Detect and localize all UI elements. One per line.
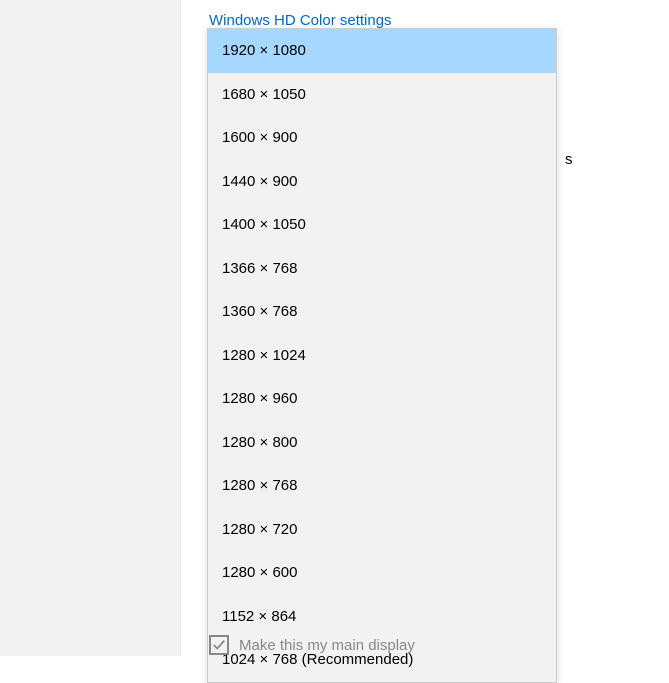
- hd-color-settings-link[interactable]: Windows HD Color settings: [209, 12, 392, 29]
- resolution-option[interactable]: 1280 × 600: [208, 551, 556, 595]
- resolution-option[interactable]: 1680 × 1050: [208, 73, 556, 117]
- resolution-option[interactable]: 1360 × 768: [208, 290, 556, 334]
- resolution-option[interactable]: 1280 × 960: [208, 377, 556, 421]
- resolution-option[interactable]: 1400 × 1050: [208, 203, 556, 247]
- checkmark-icon: [212, 638, 226, 652]
- resolution-option[interactable]: 1366 × 768: [208, 247, 556, 291]
- settings-sidebar: ns: [0, 0, 181, 656]
- resolution-option[interactable]: 1280 × 768: [208, 464, 556, 508]
- settings-content: Windows HD Color settings s 1920 × 10801…: [181, 0, 669, 656]
- resolution-option[interactable]: 1280 × 1024: [208, 334, 556, 378]
- resolution-option[interactable]: 1600 × 900: [208, 116, 556, 160]
- resolution-option[interactable]: 1920 × 1080: [208, 29, 556, 73]
- resolution-option[interactable]: 1440 × 900: [208, 160, 556, 204]
- main-display-row: Make this my main display: [209, 635, 415, 655]
- main-display-checkbox: [209, 635, 229, 655]
- resolution-dropdown[interactable]: 1920 × 10801680 × 10501600 × 9001440 × 9…: [207, 28, 557, 683]
- resolution-option[interactable]: 1280 × 720: [208, 508, 556, 552]
- obscured-text: s: [565, 151, 573, 168]
- main-display-label: Make this my main display: [239, 637, 415, 654]
- resolution-option[interactable]: 1280 × 800: [208, 421, 556, 465]
- resolution-option[interactable]: 1152 × 864: [208, 595, 556, 639]
